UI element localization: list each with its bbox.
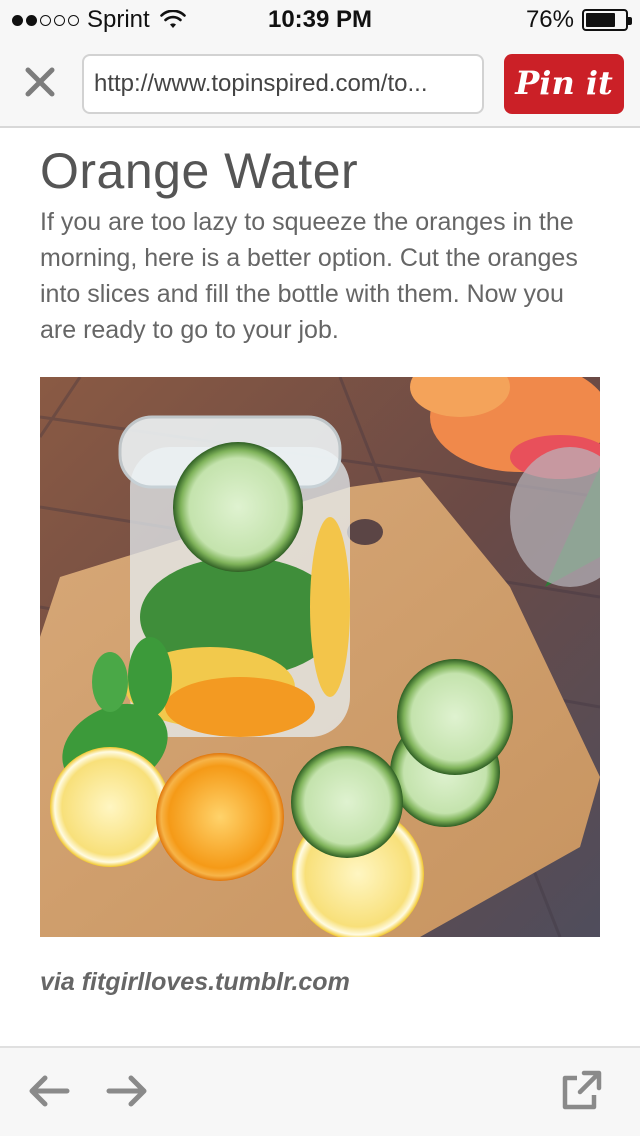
close-button[interactable]: [20, 62, 60, 102]
bottom-toolbar: [0, 1046, 640, 1136]
back-arrow-icon: [29, 1075, 70, 1107]
status-right: 76%: [525, 6, 632, 34]
pin-it-button[interactable]: Pin it: [504, 54, 624, 114]
share-button[interactable]: [558, 1068, 604, 1114]
forward-button[interactable]: [104, 1068, 150, 1114]
browser-toolbar: http://www.topinspired.com/to... Pin it: [0, 40, 640, 128]
article-body: If you are too lazy to squeeze the orang…: [40, 208, 578, 344]
photo-credit: via fitgirlloves.tumblr.com: [40, 968, 350, 996]
article-photo: [40, 377, 600, 937]
battery-icon: [582, 9, 632, 31]
battery-fill: [586, 13, 615, 27]
back-button[interactable]: [26, 1068, 72, 1114]
status-bar: Sprint 10:39 PM 76%: [0, 0, 640, 40]
article-title: Orange Water: [40, 143, 359, 199]
forward-arrow-icon: [106, 1075, 147, 1107]
close-icon: [25, 67, 55, 97]
url-field[interactable]: http://www.topinspired.com/to...: [82, 54, 484, 114]
external-share-icon: [562, 1070, 602, 1110]
battery-percent: 76%: [525, 6, 574, 33]
